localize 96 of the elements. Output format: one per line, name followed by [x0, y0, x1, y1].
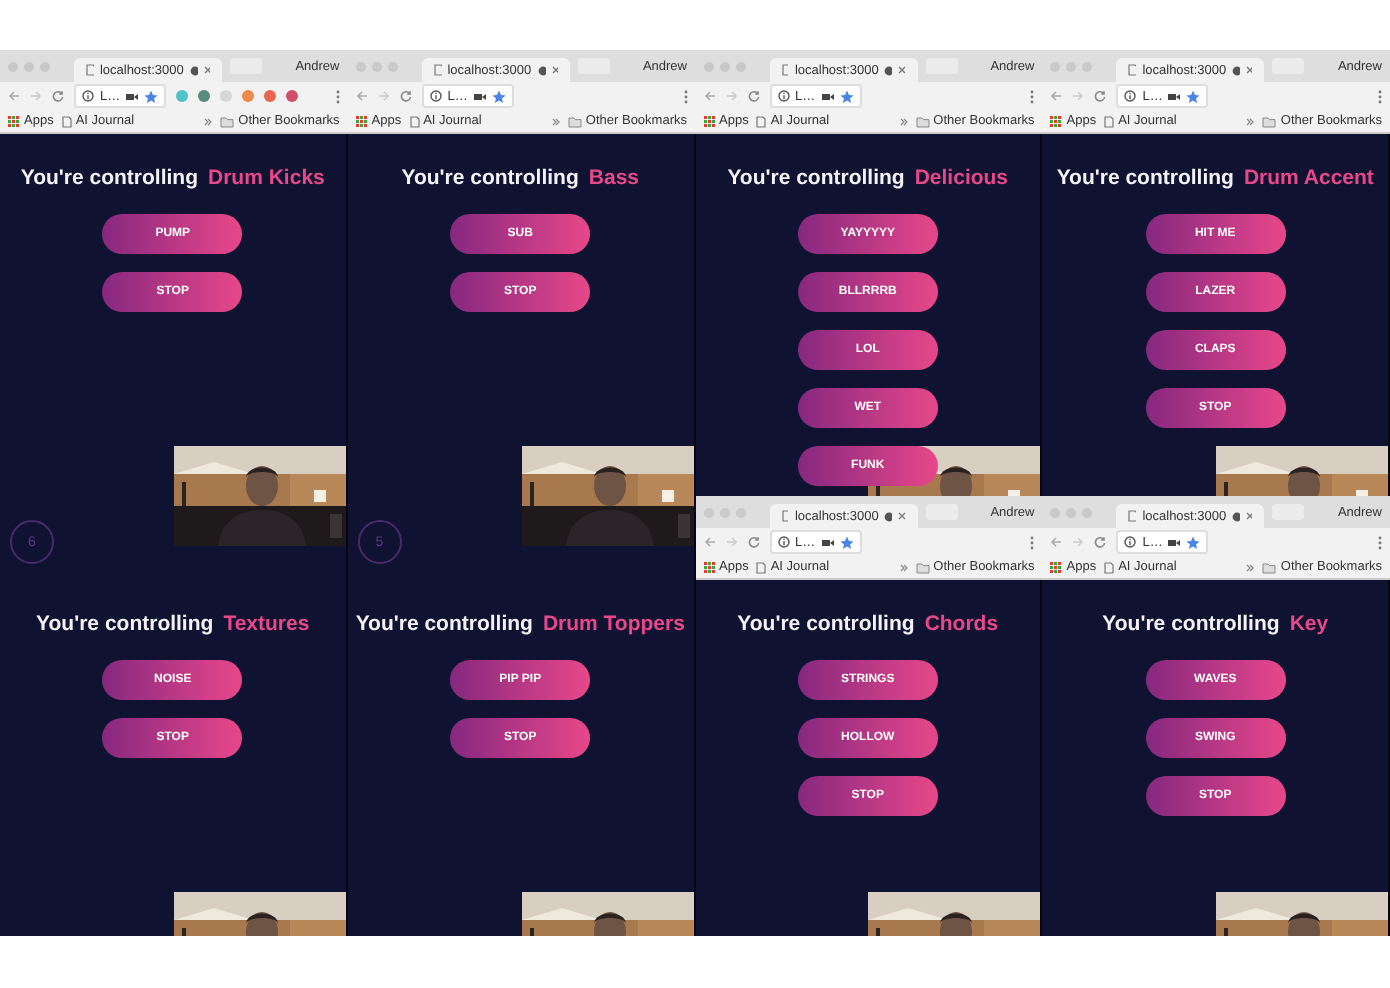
overflow-icon[interactable]	[551, 117, 560, 125]
reload-icon[interactable]	[747, 536, 759, 548]
back-icon[interactable]	[703, 90, 715, 102]
info-icon[interactable]	[429, 90, 442, 102]
title-text: You're controlling	[1056, 166, 1234, 192]
folder-icon	[1262, 115, 1277, 127]
reload-icon[interactable]	[747, 90, 759, 102]
overflow-icon[interactable]	[899, 563, 908, 571]
close-icon[interactable]	[203, 66, 210, 74]
camera-icon[interactable]	[821, 537, 834, 547]
camera-icon[interactable]	[126, 91, 139, 101]
page-icon	[1128, 64, 1137, 76]
page-icon	[756, 115, 767, 127]
star-icon[interactable]	[839, 535, 854, 549]
instrument-name: Drum Toppers	[542, 612, 685, 638]
back-icon[interactable]	[8, 90, 20, 102]
extension-icon[interactable]	[286, 90, 299, 102]
folder-icon	[915, 115, 930, 127]
apps-grid-icon	[1050, 561, 1063, 573]
menu-icon[interactable]	[335, 89, 340, 103]
info-icon[interactable]	[1124, 536, 1137, 548]
camera-icon[interactable]	[1168, 91, 1181, 101]
overflow-icon[interactable]	[204, 117, 213, 125]
apps-grid-icon	[355, 115, 368, 127]
info-icon[interactable]	[777, 536, 789, 548]
page-icon	[756, 561, 767, 573]
page-icon	[1104, 115, 1115, 127]
overflow-icon[interactable]	[1246, 563, 1255, 571]
back-icon[interactable]	[1050, 90, 1063, 102]
title-text: You're controlling	[20, 166, 199, 192]
recording-icon	[1232, 65, 1241, 75]
info-icon[interactable]	[1124, 90, 1137, 102]
recording-icon	[884, 511, 893, 521]
star-icon[interactable]	[144, 89, 159, 103]
title-text: You're controlling	[401, 166, 579, 192]
camera-icon[interactable]	[821, 91, 834, 101]
title-text: You're controlling	[737, 612, 915, 638]
extension-icon[interactable]	[242, 90, 255, 102]
info-icon[interactable]	[777, 90, 789, 102]
camera-icon[interactable]	[473, 91, 486, 101]
instrument-name: Drum Accent	[1243, 166, 1374, 192]
overflow-icon[interactable]	[899, 117, 908, 125]
reload-icon[interactable]	[399, 90, 412, 102]
folder-icon	[567, 115, 582, 127]
folder-icon	[220, 115, 235, 127]
page-icon	[1104, 561, 1115, 573]
camera-icon[interactable]	[1168, 537, 1181, 547]
extension-icon[interactable]	[264, 90, 277, 102]
title-text: You're controlling	[1102, 612, 1280, 638]
menu-icon[interactable]	[1030, 535, 1035, 549]
back-icon[interactable]	[1050, 536, 1063, 548]
overflow-icon[interactable]	[1246, 117, 1255, 125]
extension-icon[interactable]	[176, 90, 189, 102]
recording-icon	[884, 65, 893, 75]
star-icon[interactable]	[1186, 535, 1201, 549]
info-icon[interactable]	[82, 90, 94, 102]
page-icon	[409, 115, 420, 127]
apps-grid-icon	[1050, 115, 1063, 127]
apps-grid-icon	[703, 115, 715, 127]
page-icon	[781, 64, 789, 76]
star-icon[interactable]	[491, 89, 506, 103]
page-icon	[1128, 510, 1137, 522]
back-icon[interactable]	[355, 90, 368, 102]
page-icon	[61, 115, 72, 127]
recording-icon	[537, 65, 546, 75]
instrument-name: Drum Kicks	[208, 166, 325, 192]
title-text: You're controlling	[36, 612, 214, 638]
instrument-name: Bass	[588, 166, 639, 192]
close-icon[interactable]	[898, 66, 905, 74]
back-icon[interactable]	[703, 536, 715, 548]
apps-grid-icon	[8, 115, 20, 127]
recording-icon	[1232, 511, 1241, 521]
close-icon[interactable]	[898, 512, 905, 520]
menu-icon[interactable]	[1030, 89, 1035, 103]
reload-icon[interactable]	[1094, 536, 1107, 548]
title-text: You're controlling	[355, 612, 533, 638]
close-icon[interactable]	[1246, 66, 1253, 74]
close-icon[interactable]	[1246, 512, 1253, 520]
page-icon	[781, 510, 789, 522]
page-icon	[86, 64, 94, 76]
folder-icon	[1262, 561, 1277, 573]
instrument-name: Chords	[924, 612, 999, 638]
close-icon[interactable]	[551, 66, 558, 74]
recording-icon	[189, 65, 198, 75]
reload-icon[interactable]	[52, 90, 64, 102]
page-icon	[433, 64, 442, 76]
instrument-name: Textures	[223, 612, 310, 638]
folder-icon	[915, 561, 930, 573]
star-icon[interactable]	[1186, 89, 1201, 103]
instrument-name: Key	[1289, 612, 1329, 638]
title-text: You're controlling	[727, 166, 905, 192]
instrument-name: Delicious	[914, 166, 1009, 192]
reload-icon[interactable]	[1094, 90, 1107, 102]
extension-icon[interactable]	[198, 90, 211, 102]
star-icon[interactable]	[839, 89, 854, 103]
apps-grid-icon	[703, 561, 715, 573]
